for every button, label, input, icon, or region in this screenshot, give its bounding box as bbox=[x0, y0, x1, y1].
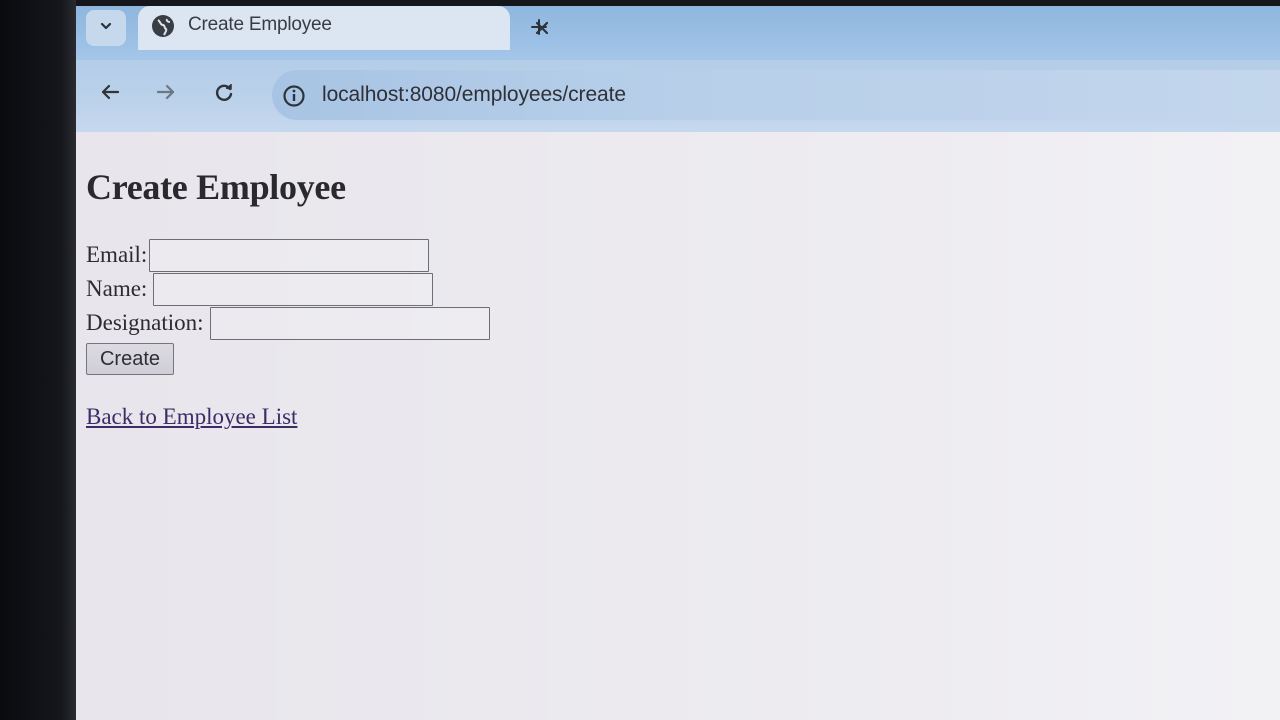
back-to-employee-list-link[interactable]: Back to Employee List bbox=[86, 404, 297, 430]
tab-search-button[interactable] bbox=[86, 10, 126, 46]
designation-label: Designation: bbox=[86, 310, 204, 335]
address-bar[interactable]: localhost:8080/employees/create bbox=[272, 70, 1280, 120]
name-row: Name: bbox=[86, 272, 434, 306]
page-title: Create Employee bbox=[86, 167, 346, 207]
tab-create-employee[interactable]: Create Employee bbox=[138, 6, 549, 50]
url-text: localhost:8080/employees/create bbox=[322, 83, 626, 106]
tab-title: Create Employee bbox=[188, 14, 332, 35]
chevron-down-icon bbox=[99, 19, 113, 38]
name-field[interactable] bbox=[153, 272, 434, 306]
browser-window: Create Employee localhost:8080/employees… bbox=[76, 6, 1280, 720]
reload-button[interactable] bbox=[208, 78, 240, 110]
monitor-bezel bbox=[0, 0, 76, 720]
create-button[interactable]: Create bbox=[86, 343, 174, 375]
email-field[interactable] bbox=[149, 238, 430, 272]
new-tab-button[interactable] bbox=[526, 16, 552, 42]
page-content: Create Employee Email: Name: Designation… bbox=[76, 132, 1280, 720]
name-label: Name: bbox=[86, 276, 148, 301]
reload-icon bbox=[213, 81, 235, 108]
back-button[interactable] bbox=[94, 78, 126, 110]
designation-field[interactable] bbox=[209, 306, 490, 340]
email-row: Email: bbox=[86, 238, 430, 272]
globe-icon bbox=[152, 15, 174, 37]
info-icon[interactable] bbox=[282, 84, 306, 108]
browser-toolbar: localhost:8080/employees/create bbox=[76, 60, 1280, 132]
plus-icon bbox=[530, 18, 548, 41]
designation-row: Designation: bbox=[86, 306, 490, 340]
arrow-left-icon bbox=[99, 81, 121, 108]
arrow-right-icon bbox=[155, 81, 177, 108]
forward-button[interactable] bbox=[150, 78, 182, 110]
email-label: Email: bbox=[86, 242, 148, 267]
